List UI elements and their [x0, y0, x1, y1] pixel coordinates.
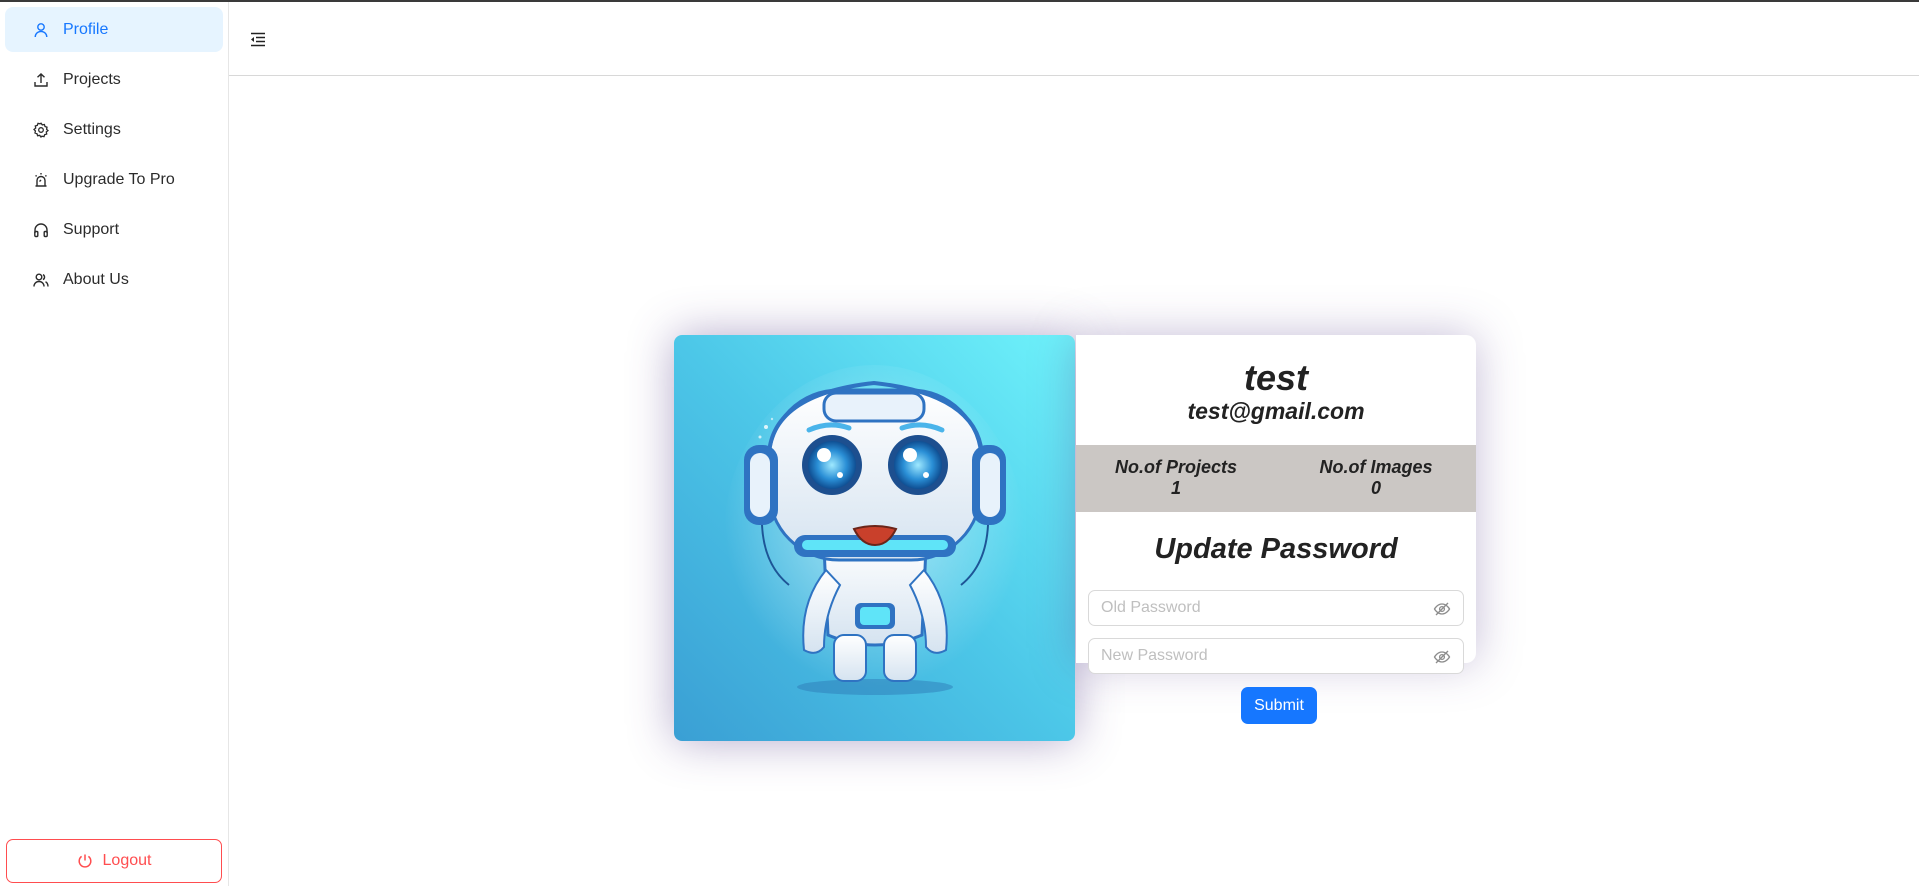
sidebar-item-settings[interactable]: Settings	[5, 107, 223, 152]
stat-projects: No.of Projects 1	[1076, 457, 1276, 499]
logout-button[interactable]: Logout	[6, 839, 222, 883]
stat-projects-label: No.of Projects	[1114, 457, 1238, 477]
profile-avatar	[674, 335, 1075, 741]
profile-info-panel: test test@gmail.com No.of Projects 1 No.…	[1076, 335, 1476, 724]
sidebar-item-support[interactable]: Support	[5, 207, 223, 252]
sidebar-item-label: About Us	[63, 270, 129, 288]
sidebar-item-profile[interactable]: Profile	[5, 7, 223, 52]
user-name: test	[1243, 357, 1309, 398]
user-email: test@gmail.com	[1187, 398, 1365, 424]
sidebar-item-about-us[interactable]: About Us	[5, 257, 223, 302]
eye-invisible-icon[interactable]	[1433, 648, 1451, 666]
sidebar-item-upgrade[interactable]: Upgrade To Pro	[5, 157, 223, 202]
stats-bar: No.of Projects 1 No.of Images 0	[1076, 445, 1476, 512]
stat-images-value: 0	[1370, 478, 1381, 498]
sidebar-item-label: Profile	[63, 20, 109, 38]
upload-icon	[31, 70, 51, 90]
eye-invisible-icon[interactable]	[1433, 600, 1451, 618]
profile-card: test test@gmail.com No.of Projects 1 No.…	[674, 335, 1476, 741]
submit-button[interactable]: Submit	[1241, 687, 1317, 724]
sidebar-item-label: Settings	[63, 120, 121, 138]
old-password-field	[1088, 590, 1464, 626]
sidebar-item-label: Support	[63, 220, 120, 238]
headphones-icon	[31, 220, 51, 240]
new-password-input[interactable]	[1101, 639, 1421, 673]
stat-projects-value: 1	[1170, 478, 1181, 498]
user-icon	[31, 20, 51, 40]
old-password-input[interactable]	[1101, 591, 1421, 625]
stat-images: No.of Images 0	[1276, 457, 1476, 499]
power-icon	[77, 854, 92, 868]
team-icon	[31, 270, 51, 290]
menu-fold-icon[interactable]	[248, 29, 268, 49]
sidebar-item-projects[interactable]: Projects	[5, 57, 223, 102]
sidebar-item-label: Projects	[63, 70, 121, 88]
update-password-title: Update Password	[1154, 533, 1398, 565]
top-header	[229, 2, 1919, 76]
gear-icon	[31, 120, 51, 140]
stat-images-label: No.of Images	[1319, 457, 1433, 477]
logout-label: Logout	[102, 852, 152, 869]
sidebar-item-label: Upgrade To Pro	[63, 170, 175, 188]
sidebar: Profile Projects Settings Upgrade To Pro…	[0, 2, 229, 886]
sidebar-menu: Profile Projects Settings Upgrade To Pro…	[0, 2, 228, 302]
new-password-field	[1088, 638, 1464, 674]
alarm-icon	[31, 170, 51, 190]
